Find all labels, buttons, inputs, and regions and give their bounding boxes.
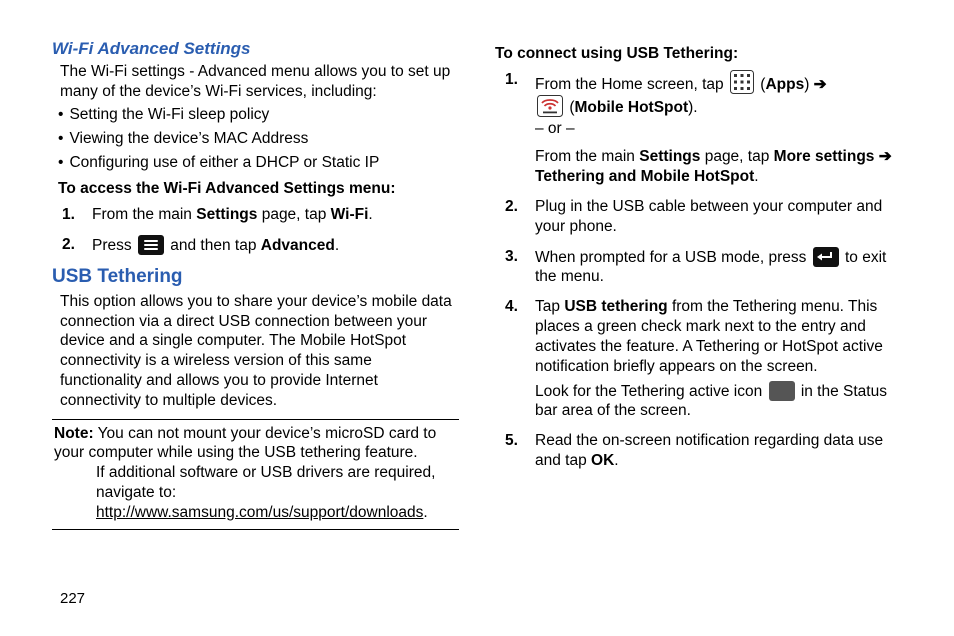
wifi-bullet: Configuring use of either a DHCP or Stat… bbox=[58, 153, 459, 173]
text: page, tap bbox=[700, 148, 773, 165]
text: From the Home screen, tap bbox=[535, 76, 728, 93]
wifi-bullet: Setting the Wi-Fi sleep policy bbox=[58, 105, 459, 125]
support-link[interactable]: http://www.samsung.com/us/support/downlo… bbox=[96, 504, 423, 521]
note-line: If additional software or USB drivers ar… bbox=[96, 463, 457, 522]
page: Wi-Fi Advanced Settings The Wi-Fi settin… bbox=[0, 0, 954, 530]
text: Press bbox=[92, 237, 136, 254]
text-bold: Apps bbox=[765, 76, 804, 93]
text-bold: USB tethering bbox=[564, 298, 667, 315]
usb-steps: From the Home screen, tap (Apps) ➔ bbox=[505, 70, 902, 471]
text: and then tap bbox=[170, 237, 261, 254]
or-line: – or – bbox=[535, 119, 902, 139]
left-column: Wi-Fi Advanced Settings The Wi-Fi settin… bbox=[52, 38, 459, 530]
text: . bbox=[754, 168, 758, 185]
hotspot-icon bbox=[537, 95, 563, 117]
text: Read the on-screen notification regardin… bbox=[535, 432, 883, 469]
text-bold: OK bbox=[591, 452, 614, 469]
right-column: To connect using USB Tethering: From the… bbox=[495, 38, 902, 530]
step: Read the on-screen notification regardin… bbox=[505, 431, 902, 471]
step: From the Home screen, tap (Apps) ➔ bbox=[505, 70, 902, 187]
step: Tap USB tethering from the Tethering men… bbox=[505, 297, 902, 421]
step: When prompted for a USB mode, press to e… bbox=[505, 247, 902, 288]
menu-key-icon bbox=[138, 235, 164, 255]
apps-grid-icon bbox=[730, 70, 754, 94]
heading-usb-tethering: USB Tethering bbox=[52, 265, 459, 289]
step: From the main Settings page, tap Wi-Fi. bbox=[62, 205, 459, 225]
text-bold: Wi-Fi bbox=[331, 206, 369, 223]
text: . bbox=[335, 237, 339, 254]
text-bold: Advanced bbox=[261, 237, 335, 254]
text: When prompted for a USB mode, press bbox=[535, 249, 811, 266]
text-bold: Settings bbox=[639, 148, 700, 165]
text: From the main bbox=[535, 148, 639, 165]
text: . bbox=[614, 452, 618, 469]
text: . bbox=[368, 206, 372, 223]
note-block: Note: You can not mount your device’s mi… bbox=[52, 419, 459, 530]
step: Press and then tap Advanced. bbox=[62, 235, 459, 256]
connect-usb-heading: To connect using USB Tethering: bbox=[495, 44, 902, 64]
wifi-intro: The Wi-Fi settings - Advanced menu allow… bbox=[60, 62, 453, 102]
text: ). bbox=[688, 99, 697, 116]
back-key-icon bbox=[813, 247, 839, 267]
text: Look for the Tethering active icon bbox=[535, 383, 767, 400]
text: From the main bbox=[92, 206, 196, 223]
text: ) bbox=[804, 76, 813, 93]
step-cont: Look for the Tethering active icon in th… bbox=[535, 381, 902, 422]
wifi-steps: From the main Settings page, tap Wi-Fi. … bbox=[62, 205, 459, 256]
usb-intro: This option allows you to share your dev… bbox=[60, 292, 453, 411]
note-text: If additional software or USB drivers ar… bbox=[96, 464, 435, 501]
note-label: Note: bbox=[54, 425, 94, 442]
step: Plug in the USB cable between your compu… bbox=[505, 197, 902, 237]
text-bold: Settings bbox=[196, 206, 257, 223]
tethering-status-icon bbox=[769, 381, 795, 401]
page-number: 227 bbox=[60, 589, 85, 608]
text-bold: Mobile HotSpot bbox=[574, 99, 688, 116]
note-line: Note: You can not mount your device’s mi… bbox=[54, 424, 457, 464]
text: page, tap bbox=[257, 206, 330, 223]
note-text: . bbox=[423, 504, 427, 521]
wifi-bullet: Viewing the device’s MAC Address bbox=[58, 129, 459, 149]
wifi-bullets: Setting the Wi-Fi sleep policy Viewing t… bbox=[52, 105, 459, 172]
step-alt: From the main Settings page, tap More se… bbox=[535, 147, 902, 187]
arrow-icon: ➔ bbox=[814, 76, 827, 93]
note-text: You can not mount your device’s microSD … bbox=[54, 425, 436, 462]
wifi-access-subhead: To access the Wi-Fi Advanced Settings me… bbox=[58, 179, 459, 199]
text: Tap bbox=[535, 298, 564, 315]
heading-wifi-advanced: Wi-Fi Advanced Settings bbox=[52, 38, 459, 60]
